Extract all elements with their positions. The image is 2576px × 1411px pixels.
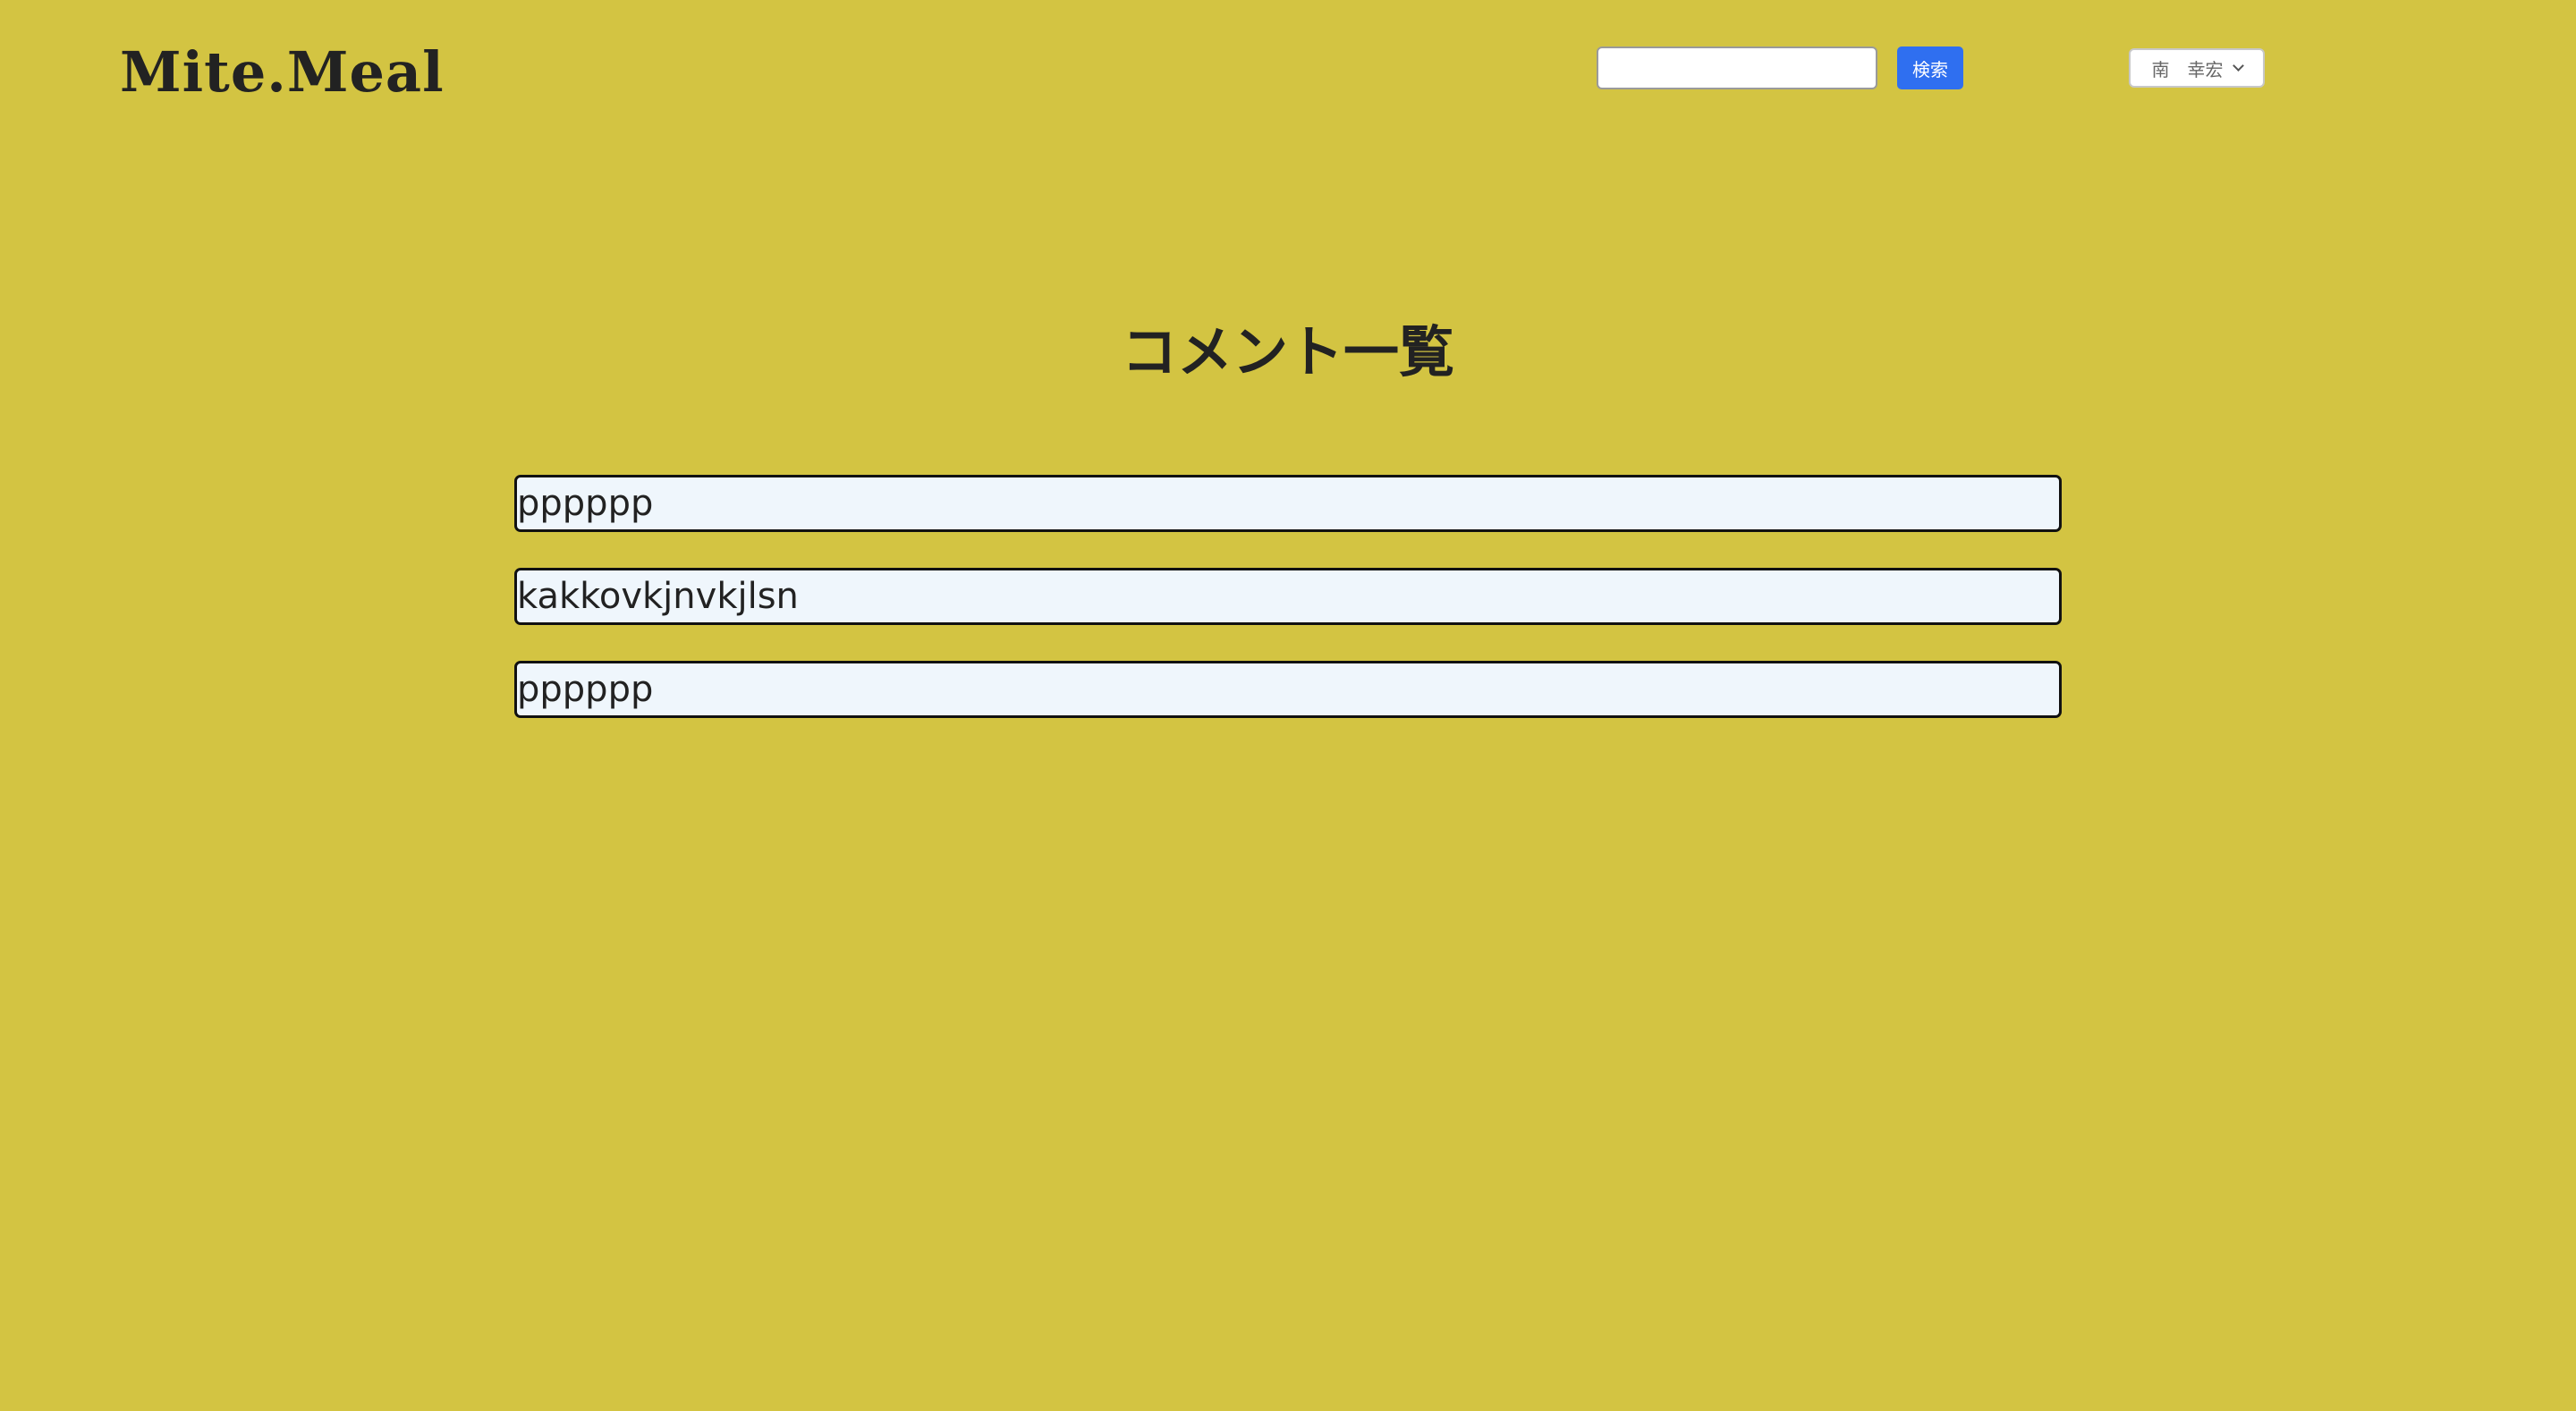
search-button[interactable]: 検索 [1897,46,1963,89]
user-menu-dropdown[interactable]: 南 幸宏 [2129,48,2265,88]
user-name-label: 南 幸宏 [2151,58,2224,80]
comment-text: kakkovkjnvkjlsn [517,576,799,617]
search-input[interactable] [1597,46,1877,89]
comment-item: kakkovkjnvkjlsn [514,568,2062,625]
comment-item: pppppp [514,661,2062,718]
site-logo[interactable]: Mite.Meal [120,32,445,113]
chevron-down-icon [2232,60,2244,72]
comment-text: pppppp [517,669,654,710]
comment-list: pppppp kakkovkjnvkjlsn pppppp [514,475,2062,754]
page-title: コメント一覧 [1121,319,1454,384]
comment-text: pppppp [517,483,654,524]
comment-item: pppppp [514,475,2062,532]
